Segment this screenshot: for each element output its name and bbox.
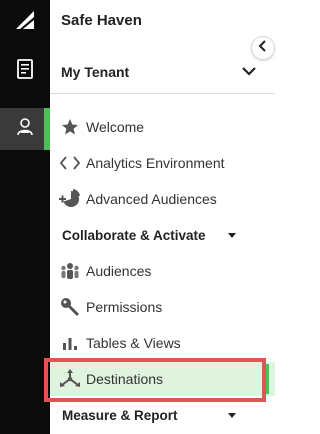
app-title: Safe Haven [61,11,142,29]
people-icon [58,259,82,283]
section-measure-report[interactable]: Measure & Report [50,398,275,432]
nav-item-advanced-audiences[interactable]: Advanced Audiences [50,182,275,216]
rail-document-button[interactable] [0,50,50,92]
tenant-selector[interactable]: My Tenant [50,50,275,94]
nav-label-audiences: Audiences [86,263,152,279]
share-arrows-icon [58,367,82,391]
panel-header: Safe Haven [50,0,275,40]
nav-item-destinations[interactable]: Destinations [50,362,275,396]
nav-label-advanced-audiences: Advanced Audiences [86,191,217,207]
nav-item-analytics-environment[interactable]: Analytics Environment [50,146,275,180]
nav-panel: Safe Haven My Tenant Welcome Analytics E… [50,0,275,434]
nav-label-analytics-environment: Analytics Environment [86,155,225,171]
logo-icon[interactable] [0,0,50,40]
code-icon [58,151,82,175]
document-icon [16,58,34,84]
section-label-measure: Measure & Report [62,407,178,423]
caret-down-icon [228,413,236,418]
nav-label-tables-views: Tables & Views [86,335,181,351]
user-group-icon [15,117,35,142]
icon-rail [0,0,50,434]
section-collaborate-activate[interactable]: Collaborate & Activate [50,218,275,252]
key-icon [58,295,82,319]
pie-plus-icon [58,187,82,211]
nav-label-permissions: Permissions [86,299,163,315]
tenant-label: My Tenant [61,63,130,80]
bar-chart-icon [58,331,82,355]
nav-label-destinations: Destinations [86,371,164,387]
nav-item-permissions[interactable]: Permissions [50,290,275,324]
star-icon [58,115,82,139]
caret-down-icon [228,233,236,238]
chevron-down-icon [241,64,257,82]
nav-item-tables-views[interactable]: Tables & Views [50,326,275,360]
nav-item-audiences[interactable]: Audiences [50,254,275,288]
rail-users-button[interactable] [0,108,50,150]
nav-label-welcome: Welcome [86,119,145,135]
nav-item-welcome[interactable]: Welcome [50,110,275,144]
section-label-collaborate: Collaborate & Activate [62,227,206,243]
